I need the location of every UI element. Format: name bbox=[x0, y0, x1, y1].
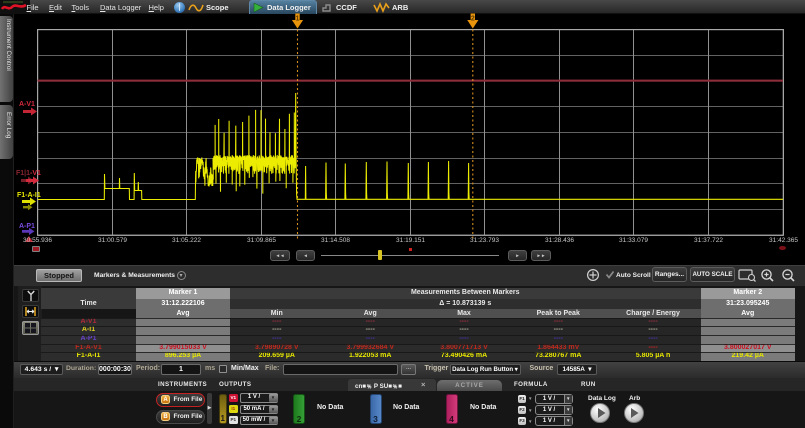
svg-text:F1|1: F1|1 bbox=[16, 170, 30, 177]
svg-text:2: 2 bbox=[471, 16, 475, 23]
svg-text:A-P1: A-P1 bbox=[19, 223, 35, 230]
svg-text:A-V1: A-V1 bbox=[19, 101, 35, 108]
svg-text:F1-A-I1: F1-A-I1 bbox=[17, 192, 41, 199]
svg-text:1: 1 bbox=[296, 16, 300, 23]
svg-text:-V1: -V1 bbox=[30, 170, 41, 177]
